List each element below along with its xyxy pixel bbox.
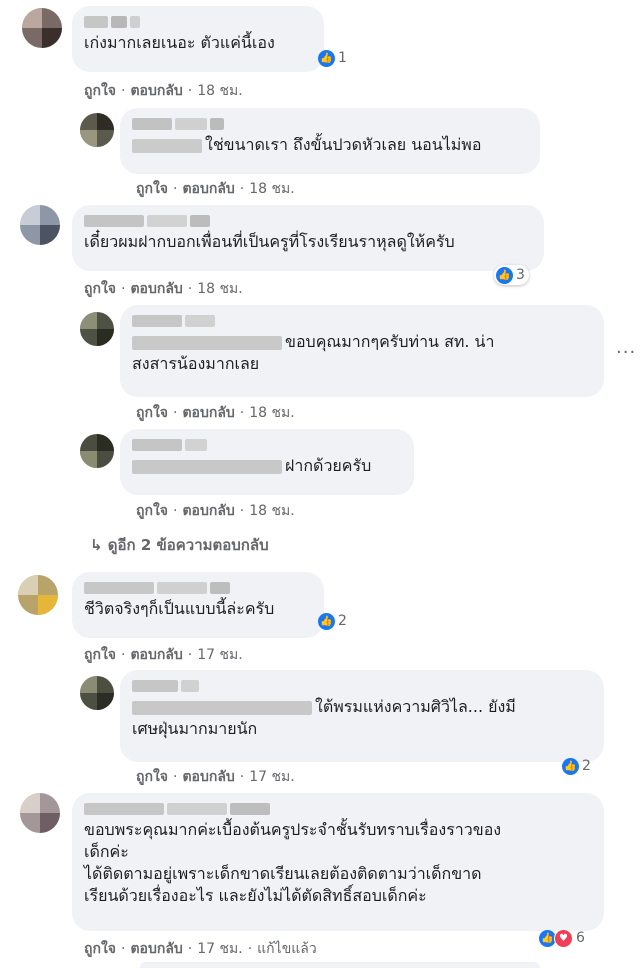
commenter-name-blurred[interactable] <box>84 16 312 28</box>
blurred-mention[interactable] <box>132 335 282 350</box>
reply-bubble: ใช่ขนาดเรา ถึงขั้นปวดหัวเลย นอนไม่พอ <box>120 108 540 174</box>
comment-actions: ถูกใจ · ตอบกลับ · 18 ชม. <box>84 281 243 297</box>
next-comment-edge <box>140 962 540 968</box>
like-button[interactable]: ถูกใจ <box>136 503 168 519</box>
blurred-mention[interactable] <box>132 700 312 715</box>
reply-button[interactable]: ตอบกลับ <box>182 181 234 197</box>
commenter-name-blurred[interactable] <box>132 315 592 327</box>
reply-button[interactable]: ตอบกลับ <box>130 647 182 663</box>
reply-button[interactable]: ตอบกลับ <box>130 281 182 297</box>
reply-button[interactable]: ตอบกลับ <box>182 769 234 785</box>
reply-bubble: ใต้พรมแห่งความศิวิไล... ยังมี เศษฝุ่นมาก… <box>120 670 604 762</box>
view-more-replies-link[interactable]: ↳ ดูอีก 2 ข้อความตอบกลับ <box>90 533 269 557</box>
comment-actions: ถูกใจ · ตอบกลับ · 17 ชม. <box>84 647 243 663</box>
commenter-name-blurred[interactable] <box>132 118 528 130</box>
blurred-mention[interactable] <box>132 459 282 474</box>
comment-text-line-2: เศษฝุ่นมากมายนัก <box>132 719 258 738</box>
comment-text-line-2: สงสารน้องมากเลย <box>132 354 260 373</box>
comment-text: ขอบคุณมากๆครับท่าน สท. น่า <box>285 332 495 351</box>
commenter-name-blurred[interactable] <box>84 215 532 227</box>
reply-bubble: ขอบคุณมากๆครับท่าน สท. น่า สงสารน้องมากเ… <box>120 305 604 397</box>
comment-text: ฝากด้วยครับ <box>285 456 372 475</box>
comment-actions: ถูกใจ · ตอบกลับ · 17 ชม. · แก้ไขแล้ว <box>84 941 317 957</box>
like-icon: 👍 <box>318 612 335 630</box>
like-button[interactable]: ถูกใจ <box>136 405 168 421</box>
comment-text: เดี๋ยวผมฝากบอกเพื่อนที่เป็นครูที่โรงเรีย… <box>84 232 455 251</box>
timestamp[interactable]: 18 ชม. <box>197 281 242 297</box>
avatar[interactable] <box>20 205 60 245</box>
comment-text: ใต้พรมแห่งความศิวิไล... ยังมี <box>315 697 516 716</box>
comment-actions: ถูกใจ · ตอบกลับ · 17 ชม. <box>136 769 295 785</box>
avatar[interactable] <box>80 676 114 710</box>
reply-button[interactable]: ตอบกลับ <box>130 941 182 957</box>
timestamp[interactable]: 18 ชม. <box>197 83 242 99</box>
comment-bubble: ชีวิตจริงๆก็เป็นแบบนี้ล่ะครับ <box>72 572 324 638</box>
avatar[interactable] <box>80 434 114 468</box>
reply-button[interactable]: ตอบกลับ <box>182 503 234 519</box>
comment-text-line-1: ขอบพระคุณมากค่ะเบื้องต้นครูประจำชั้นรับท… <box>84 820 502 839</box>
avatar[interactable] <box>22 8 62 48</box>
avatar[interactable] <box>18 575 58 615</box>
timestamp[interactable]: 17 ชม. <box>197 941 242 957</box>
timestamp[interactable]: 17 ชม. <box>197 647 242 663</box>
timestamp[interactable]: 18 ชม. <box>249 503 294 519</box>
comment-actions: ถูกใจ · ตอบกลับ · 18 ชม. <box>136 405 295 421</box>
reaction-count[interactable]: 👍 ♥ 6 <box>537 928 589 948</box>
reply-button[interactable]: ตอบกลับ <box>130 83 182 99</box>
like-button[interactable]: ถูกใจ <box>84 83 116 99</box>
like-button[interactable]: ถูกใจ <box>84 941 116 957</box>
reaction-count[interactable]: 👍 1 <box>316 48 351 68</box>
commenter-name-blurred[interactable] <box>84 582 312 594</box>
edited-label[interactable]: แก้ไขแล้ว <box>257 941 317 957</box>
timestamp[interactable]: 18 ชม. <box>249 405 294 421</box>
comment-actions: ถูกใจ · ตอบกลับ · 18 ชม. <box>84 83 243 99</box>
like-button[interactable]: ถูกใจ <box>84 647 116 663</box>
more-options-icon[interactable]: ··· <box>616 342 636 363</box>
comment-bubble: ขอบพระคุณมากค่ะเบื้องต้นครูประจำชั้นรับท… <box>72 793 604 931</box>
love-icon: ♥ <box>554 928 573 948</box>
reaction-count[interactable]: 👍 2 <box>316 611 351 631</box>
like-icon: 👍 <box>562 757 579 775</box>
reply-bubble: ฝากด้วยครับ <box>120 429 414 495</box>
avatar[interactable] <box>80 113 114 147</box>
comment-text: ใช่ขนาดเรา ถึงขั้นปวดหัวเลย นอนไม่พอ <box>205 135 482 154</box>
like-icon: 👍 <box>318 49 335 67</box>
comment-actions: ถูกใจ · ตอบกลับ · 18 ชม. <box>136 503 295 519</box>
blurred-mention[interactable] <box>132 138 202 153</box>
comment-text: เก่งมากเลยเนอะ ตัวแค่นี้เอง <box>84 33 275 52</box>
comment-text-line-3: ได้ติดตามอยู่เพราะเด็กขาดเรียนเลยต้องติด… <box>84 864 482 883</box>
timestamp[interactable]: 17 ชม. <box>249 769 294 785</box>
avatar[interactable] <box>80 312 114 346</box>
comment-bubble: เดี๋ยวผมฝากบอกเพื่อนที่เป็นครูที่โรงเรีย… <box>72 205 544 271</box>
reply-button[interactable]: ตอบกลับ <box>182 405 234 421</box>
comment-actions: ถูกใจ · ตอบกลับ · 18 ชม. <box>136 181 295 197</box>
comment-text: ชีวิตจริงๆก็เป็นแบบนี้ล่ะครับ <box>84 599 275 618</box>
like-button[interactable]: ถูกใจ <box>136 181 168 197</box>
commenter-name-blurred[interactable] <box>132 439 402 451</box>
like-button[interactable]: ถูกใจ <box>136 769 168 785</box>
comment-bubble: เก่งมากเลยเนอะ ตัวแค่นี้เอง <box>72 6 324 72</box>
timestamp[interactable]: 18 ชม. <box>249 181 294 197</box>
like-icon: 👍 <box>496 266 513 284</box>
comment-text-line-2: เด็กค่ะ <box>84 842 129 861</box>
commenter-name-blurred[interactable] <box>132 680 592 692</box>
commenter-name-blurred[interactable] <box>84 803 592 815</box>
like-button[interactable]: ถูกใจ <box>84 281 116 297</box>
reaction-count[interactable]: 👍 2 <box>560 756 595 776</box>
reaction-count[interactable]: 👍 3 <box>494 265 529 285</box>
comment-text-line-4: เรียนด้วยเรื่องอะไร และยังไม่ได้ตัดสิทธิ… <box>84 886 427 905</box>
avatar[interactable] <box>20 793 60 833</box>
